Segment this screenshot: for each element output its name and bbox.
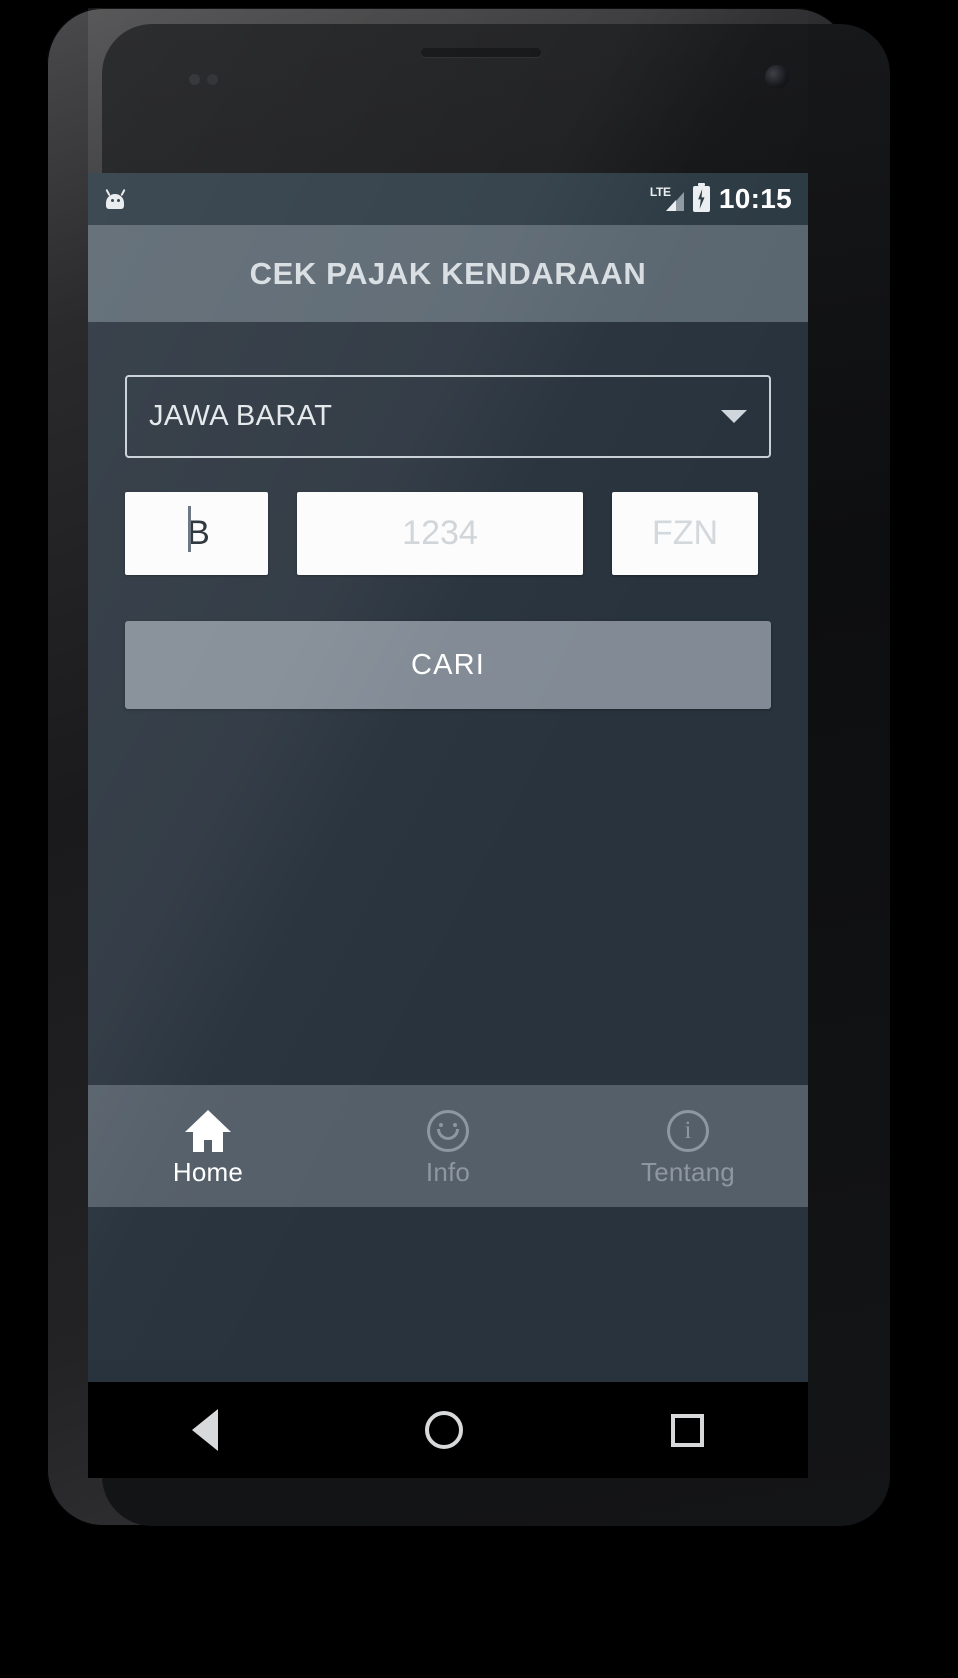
signal-bars-icon: LTE bbox=[650, 186, 684, 212]
home-icon bbox=[185, 1110, 231, 1152]
android-robot-icon bbox=[104, 188, 126, 209]
plate-input-row: B 1234 FZN bbox=[125, 492, 771, 575]
province-spinner[interactable]: JAWA BARAT bbox=[125, 375, 771, 458]
status-bar-clock: 10:15 bbox=[718, 183, 792, 214]
status-bar-left bbox=[104, 188, 126, 209]
page-title: CEK PAJAK KENDARAAN bbox=[249, 255, 647, 291]
light-sensor-icon bbox=[207, 74, 218, 85]
main-content: JAWA BARAT B 1234 FZN CARI Home Info i T… bbox=[88, 322, 808, 1207]
status-bar: LTE 10:15 bbox=[88, 173, 808, 225]
phone-screen: LTE 10:15 CEK PAJAK KENDARAAN JAWA BARAT… bbox=[88, 173, 808, 1382]
earpiece-speaker bbox=[421, 48, 541, 57]
status-bar-right: LTE 10:15 bbox=[650, 183, 792, 214]
info-circle-icon: i bbox=[667, 1110, 709, 1152]
tab-home[interactable]: Home bbox=[88, 1085, 328, 1207]
tab-info[interactable]: Info bbox=[328, 1085, 568, 1207]
tab-tentang[interactable]: i Tentang bbox=[568, 1085, 808, 1207]
android-system-nav bbox=[88, 1382, 808, 1478]
battery-charging-icon bbox=[692, 183, 710, 212]
province-spinner-value: JAWA BARAT bbox=[149, 400, 333, 432]
plate-suffix-input[interactable]: FZN bbox=[612, 492, 758, 575]
app-bar: CEK PAJAK KENDARAAN bbox=[88, 225, 808, 322]
chevron-down-icon bbox=[721, 410, 747, 423]
smiley-icon bbox=[427, 1110, 469, 1152]
text-cursor bbox=[188, 506, 191, 552]
plate-number-input[interactable]: 1234 bbox=[297, 492, 583, 575]
bottom-tab-bar: Home Info i Tentang bbox=[88, 1085, 808, 1207]
back-triangle-icon[interactable] bbox=[191, 1409, 218, 1451]
plate-prefix-input[interactable]: B bbox=[125, 492, 268, 575]
recents-square-icon[interactable] bbox=[671, 1413, 705, 1447]
front-camera bbox=[765, 65, 789, 89]
search-button[interactable]: CARI bbox=[125, 621, 771, 709]
proximity-sensor-icon bbox=[189, 74, 200, 85]
search-button-label: CARI bbox=[410, 648, 486, 681]
home-circle-icon[interactable] bbox=[425, 1411, 464, 1449]
tab-home-label: Home bbox=[172, 1157, 244, 1187]
tab-tentang-label: Tentang bbox=[641, 1157, 735, 1187]
tab-info-label: Info bbox=[425, 1157, 471, 1187]
